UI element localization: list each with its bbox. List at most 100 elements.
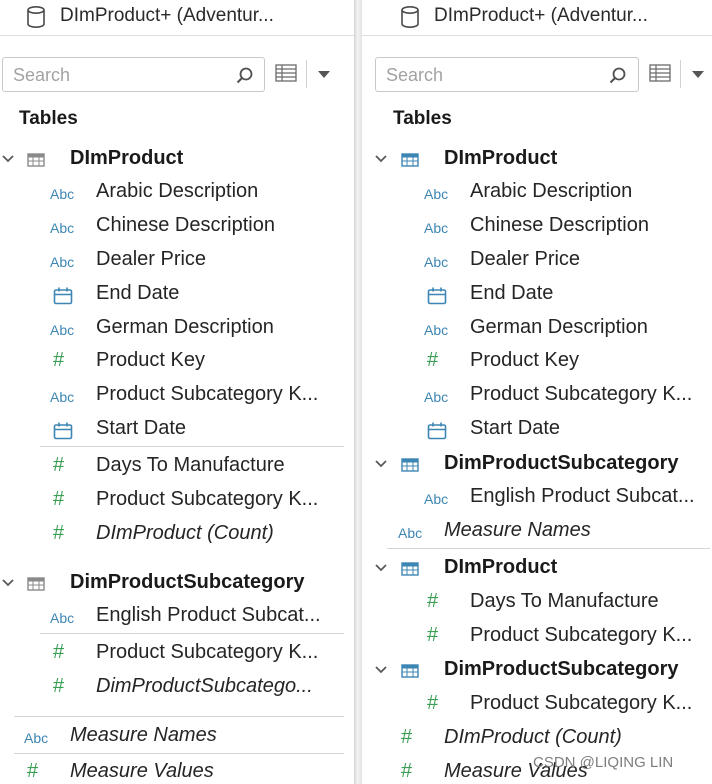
search-placeholder: Search xyxy=(386,65,444,85)
calendar-icon xyxy=(427,287,447,305)
chevron-down-icon[interactable] xyxy=(375,459,387,469)
number-type-icon: # xyxy=(401,760,413,782)
data-pane-left: DImProduct+ (Adventur... Search Tables D… xyxy=(0,0,354,784)
field-row[interactable]: # Measure Values xyxy=(0,756,354,784)
string-type-icon: Abc xyxy=(50,610,75,626)
calendar-icon xyxy=(53,287,73,305)
search-icon[interactable] xyxy=(608,66,628,86)
string-type-icon: Abc xyxy=(424,220,449,236)
table-group-row[interactable]: DImProduct xyxy=(362,552,712,584)
number-type-icon: # xyxy=(427,624,439,646)
table-icon xyxy=(27,577,45,591)
field-label: Days To Manufacture xyxy=(96,454,285,476)
section-separator xyxy=(14,753,344,754)
field-label: Product Subcategory K... xyxy=(470,624,693,646)
chevron-down-icon[interactable] xyxy=(375,665,387,675)
number-type-icon: # xyxy=(53,522,65,544)
field-label: DimProductSubcategory xyxy=(444,452,679,474)
field-row[interactable]: Abc English Product Subcat... xyxy=(0,600,354,632)
data-source-title: DImProduct+ (Adventur... xyxy=(434,5,648,26)
list-view-icon[interactable] xyxy=(649,64,671,82)
chevron-down-icon[interactable] xyxy=(375,563,387,573)
field-row[interactable]: # Product Key xyxy=(362,345,712,377)
field-row[interactable]: # Product Key xyxy=(0,345,354,377)
field-label: Measure Names xyxy=(70,724,217,746)
field-row[interactable]: End Date xyxy=(362,278,712,310)
field-row[interactable]: Abc Chinese Description xyxy=(0,210,354,242)
chevron-down-icon[interactable] xyxy=(2,154,14,164)
field-row[interactable]: Abc German Description xyxy=(0,312,354,344)
table-group-row[interactable]: DimProductSubcategory xyxy=(362,654,712,686)
field-row[interactable]: Abc German Description xyxy=(362,312,712,344)
string-type-icon: Abc xyxy=(50,389,75,405)
field-label: Measure Values xyxy=(70,760,214,782)
field-row[interactable]: Abc Chinese Description xyxy=(362,210,712,242)
field-row[interactable]: Abc Product Subcategory K... xyxy=(0,379,354,411)
string-type-icon: Abc xyxy=(50,220,75,236)
field-row[interactable]: # Days To Manufacture xyxy=(0,450,354,482)
field-row[interactable]: Start Date xyxy=(362,413,712,445)
search-input[interactable]: Search xyxy=(375,57,639,92)
table-icon xyxy=(401,153,419,167)
database-icon xyxy=(27,5,45,28)
chevron-down-icon[interactable] xyxy=(375,154,387,164)
number-type-icon: # xyxy=(401,726,413,748)
field-row[interactable]: # Product Subcategory K... xyxy=(362,620,712,652)
search-icon[interactable] xyxy=(235,66,255,86)
field-label: DimProductSubcategory xyxy=(70,571,305,593)
field-row[interactable]: Abc Arabic Description xyxy=(362,176,712,208)
search-placeholder: Search xyxy=(13,65,71,85)
field-row[interactable]: # Product Subcategory K... xyxy=(0,637,354,669)
data-pane-right: DImProduct+ (Adventur... Search Tables D… xyxy=(362,0,712,784)
table-icon xyxy=(401,664,419,678)
field-row[interactable]: # Days To Manufacture xyxy=(362,586,712,618)
chevron-down-icon[interactable] xyxy=(2,578,14,588)
field-label: Product Subcategory K... xyxy=(96,488,319,510)
chevron-down-icon[interactable] xyxy=(692,71,704,78)
field-row[interactable]: Abc Dealer Price xyxy=(0,244,354,276)
table-group-row[interactable]: DImProduct xyxy=(0,143,354,175)
field-row[interactable]: Abc English Product Subcat... xyxy=(362,481,712,513)
table-group-row[interactable]: DimProductSubcategory xyxy=(362,448,712,480)
field-label: Chinese Description xyxy=(470,214,649,236)
field-label: German Description xyxy=(96,316,274,338)
data-source-title: DImProduct+ (Adventur... xyxy=(60,5,274,26)
search-input[interactable]: Search xyxy=(2,57,265,92)
string-type-icon: Abc xyxy=(424,254,449,270)
list-view-icon[interactable] xyxy=(275,64,297,82)
field-row[interactable]: Abc Dealer Price xyxy=(362,244,712,276)
field-row[interactable]: Abc Product Subcategory K... xyxy=(362,379,712,411)
string-type-icon: Abc xyxy=(424,186,449,202)
field-row[interactable]: # Product Subcategory K... xyxy=(362,688,712,720)
field-row[interactable]: Abc Measure Names xyxy=(0,720,354,752)
field-label: Product Subcategory K... xyxy=(470,383,693,405)
pane-divider[interactable] xyxy=(354,0,362,784)
field-row[interactable]: # Product Subcategory K... xyxy=(0,484,354,516)
toolbar-separator xyxy=(680,60,681,88)
field-label: Days To Manufacture xyxy=(470,590,659,612)
field-label: Chinese Description xyxy=(96,214,275,236)
section-separator xyxy=(387,548,710,549)
field-label: Product Subcategory K... xyxy=(470,692,693,714)
field-label: DImProduct xyxy=(444,147,558,169)
number-type-icon: # xyxy=(27,760,39,782)
toolbar-separator xyxy=(306,60,307,88)
table-group-row[interactable]: DimProductSubcategory xyxy=(0,567,354,599)
field-label: English Product Subcat... xyxy=(96,604,321,626)
number-type-icon: # xyxy=(53,488,65,510)
data-source-header[interactable]: DImProduct+ (Adventur... xyxy=(362,0,712,36)
table-icon xyxy=(27,153,45,167)
section-separator xyxy=(14,716,344,717)
field-row[interactable]: # DImProduct (Count) xyxy=(0,518,354,550)
data-source-header[interactable]: DImProduct+ (Adventur... xyxy=(0,0,354,36)
chevron-down-icon[interactable] xyxy=(318,71,330,78)
string-type-icon: Abc xyxy=(424,322,449,338)
field-row[interactable]: # DimProductSubcatego... xyxy=(0,671,354,703)
field-row[interactable]: # DImProduct (Count) xyxy=(362,722,712,754)
field-row[interactable]: End Date xyxy=(0,278,354,310)
number-type-icon: # xyxy=(427,349,439,371)
field-row[interactable]: Abc Arabic Description xyxy=(0,176,354,208)
field-row[interactable]: Abc Measure Names xyxy=(362,515,712,547)
table-group-row[interactable]: DImProduct xyxy=(362,143,712,175)
field-row[interactable]: Start Date xyxy=(0,413,354,445)
